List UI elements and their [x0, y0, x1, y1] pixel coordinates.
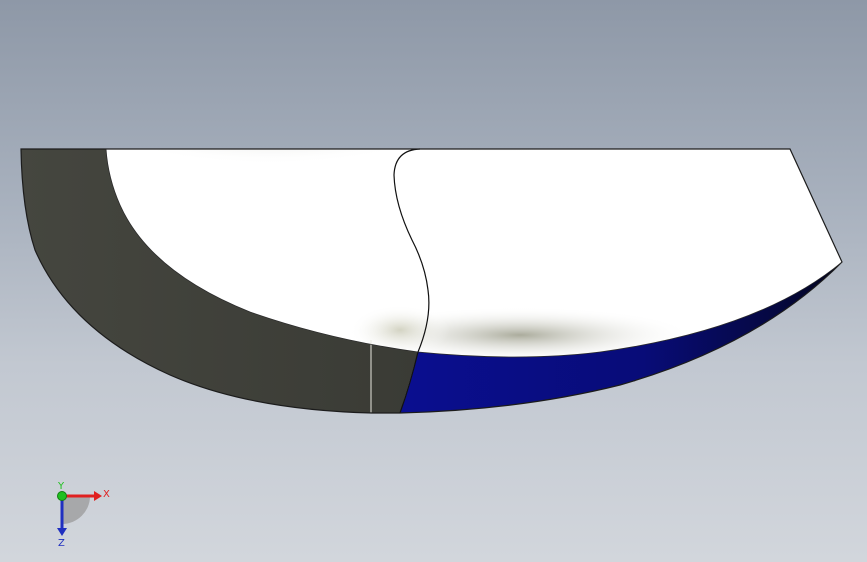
- y-axis-label: Y: [57, 481, 65, 492]
- z-axis-arrow-icon: [57, 528, 67, 536]
- x-axis-arrow-icon: [94, 491, 102, 501]
- x-axis-label: X: [103, 489, 110, 500]
- graphics-viewport[interactable]: X Y Z: [0, 0, 867, 562]
- triad-plane-icon: [62, 496, 90, 524]
- coordinate-triad: X Y Z: [57, 481, 110, 548]
- z-axis-label: Z: [58, 538, 65, 548]
- y-axis-dot-icon: [57, 491, 67, 501]
- part-model[interactable]: [0, 0, 867, 562]
